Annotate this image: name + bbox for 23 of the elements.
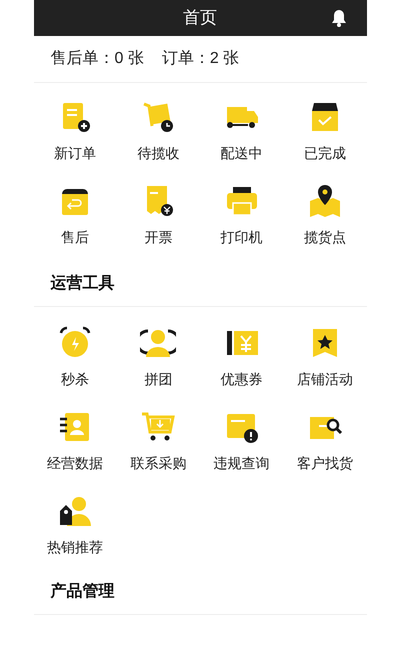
grid-item-label[interactable]: 打印机	[220, 227, 263, 248]
grid-item-label[interactable]: 客户找货	[296, 453, 353, 474]
grid-item-label[interactable]: 售后	[61, 227, 90, 248]
order-count: 订单：2 张	[162, 48, 240, 69]
grid-item-label[interactable]: 已完成	[304, 143, 346, 164]
grid-item-label[interactable]: 秒杀	[61, 369, 90, 390]
page-title: 首页	[183, 7, 217, 30]
order-count: 售后单：0 张	[50, 48, 144, 69]
grid-item-label[interactable]: 揽货点	[304, 227, 346, 248]
grid-item-label[interactable]: 配送中	[220, 143, 263, 164]
grid-item-label[interactable]: 店铺活动	[296, 369, 353, 390]
grid-item-label[interactable]: 优惠券	[220, 369, 263, 390]
bell-icon[interactable]	[330, 9, 346, 27]
grid-item-label[interactable]: 待揽收	[137, 143, 180, 164]
grid-item-label[interactable]: 开票	[144, 227, 172, 248]
grid-item-label[interactable]: 拼团	[144, 369, 172, 390]
grid-item-label[interactable]: 违规查询	[214, 453, 270, 474]
grid-item-label[interactable]: 热销推荐	[47, 537, 104, 558]
grid-item-label[interactable]: 经营数据	[47, 453, 104, 474]
section-title: 运营工具	[50, 274, 114, 294]
grid-item-label[interactable]: 新订单	[54, 143, 96, 164]
grid-item-label[interactable]: 联系采购	[130, 453, 186, 474]
section-title: 产品管理	[50, 581, 114, 602]
